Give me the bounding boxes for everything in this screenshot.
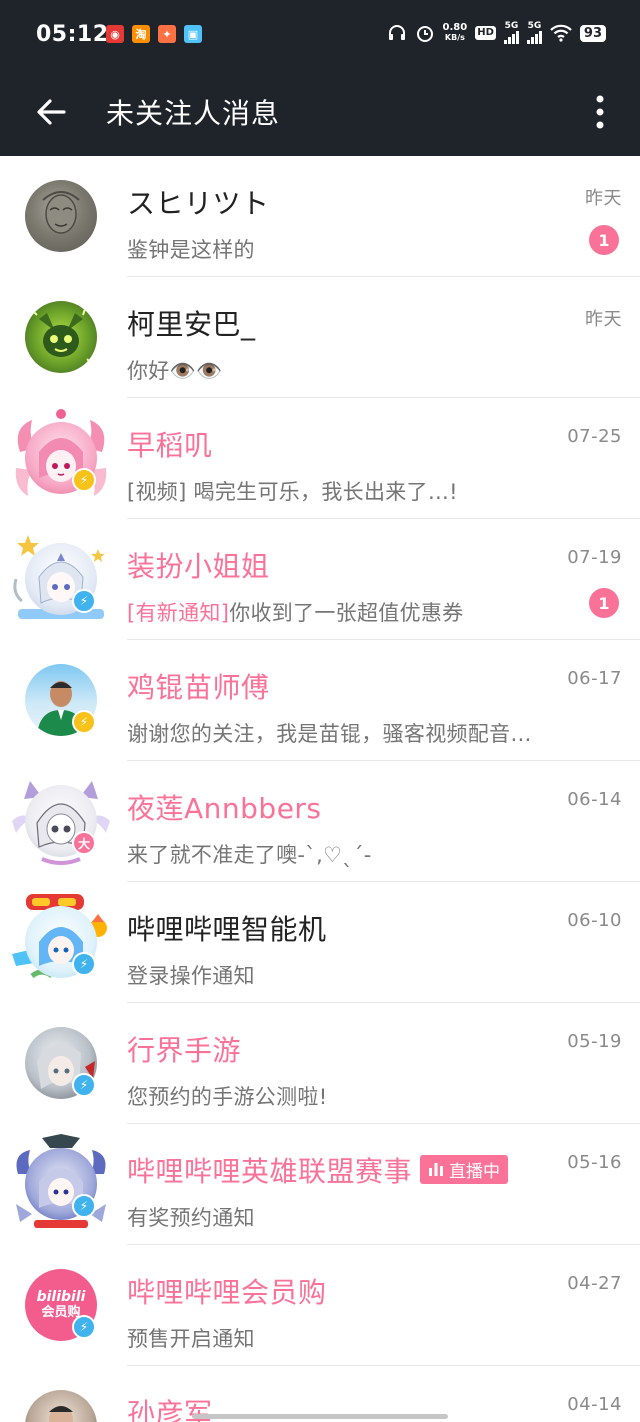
contact-name: 早稻叽 [127,429,213,462]
avatar[interactable] [25,301,97,373]
message-preview: 来了就不准走了噢-ˋ,♡ˎˊ- [127,843,372,867]
message-date: 07-25 [567,426,622,447]
back-button[interactable] [30,90,74,134]
live-bars-icon [429,1163,444,1176]
message-row[interactable]: ⚡ 行界手游 您预约的手游公测啦! 05-19 [0,1003,640,1124]
signal-sim2: 5G [526,21,542,44]
message-preview: 谢谢您的关注，我是苗锟，骚客视频配音… [127,722,532,746]
message-preview: 您预约的手游公测啦! [127,1085,328,1109]
verified-badge-icon: ⚡ [72,710,96,734]
message-preview: 有奖预约通知 [127,1206,255,1230]
message-row[interactable]: スヒリツト 鉴钟是这样的 昨天 1 [0,156,640,277]
message-row[interactable]: ⚡ 鸡锟苗师傅 谢谢您的关注，我是苗锟，骚客视频配音… 06-17 [0,640,640,761]
home-indicator[interactable] [192,1414,448,1419]
system-icons: 0.80 KB/s HD 5G 5G 93 [387,22,606,44]
avatar[interactable] [25,1390,97,1422]
net-speed-value: 0.80 [442,22,468,33]
contact-name: 装扮小姐姐 [127,550,270,583]
page-title: 未关注人消息 [106,97,281,130]
message-date: 06-17 [567,668,622,689]
message-row[interactable]: bilibili 会员购 ⚡ 哔哩哔哩会员购 预售开启通知 04-27 [0,1245,640,1366]
contact-name: 鸡锟苗师傅 [127,671,270,704]
live-label: 直播中 [449,1161,501,1182]
app-bar: 未关注人消息 [0,72,640,156]
message-preview: [有新通知]你收到了一张超值优惠券 [127,597,464,627]
message-list: スヒリツト 鉴钟是这样的 昨天 1 柯里安巴_ 你好👁️👁️ 昨天 ⚡ 早稻叽 … [0,156,640,1422]
message-row[interactable]: ⚡ 早稻叽 [视频] 喝完生可乐，我长出来了…! 07-25 [0,398,640,519]
arrow-left-icon [37,99,66,125]
message-preview: 登录操作通知 [127,964,255,988]
verified-badge-icon: ⚡ [72,1194,96,1218]
bilibili-notif-icon: ▣ [184,25,202,43]
contact-name-text: 哔哩哔哩英雄联盟赛事 [127,1155,413,1188]
message-date: 07-19 [567,547,622,568]
contact-name: 哔哩哔哩英雄联盟赛事 直播中 [127,1150,509,1190]
notice-tag: [有新通知] [127,601,230,625]
verified-badge-icon: ⚡ [72,468,96,492]
verified-badge-icon: ⚡ [72,952,96,976]
game-app-icon: ✦ [158,25,176,43]
alarm-icon [416,26,433,42]
message-row[interactable]: ⚡ 哔哩哔哩智能机 登录操作通知 06-10 [0,882,640,1003]
netease-music-icon: ◉ [106,25,124,43]
message-row[interactable]: 大 夜莲Annbbers 来了就不准走了噢-ˋ,♡ˎˊ- 06-14 [0,761,640,882]
wifi-icon [550,24,572,42]
net-speed: 0.80 KB/s [443,23,468,43]
avatar-logo-top: bilibili [36,1289,86,1305]
contact-name: 哔哩哔哩智能机 [127,913,327,946]
sim1-label: 5G [504,21,519,31]
taobao-icon: 淘 [132,25,150,43]
contact-name: 夜莲Annbbers [127,792,322,825]
contact-name: 行界手游 [127,1034,242,1067]
message-preview: 鉴钟是这样的 [127,238,255,262]
avatar[interactable] [25,180,97,252]
sim2-label: 5G [527,21,542,31]
message-preview-text: 你收到了一张超值优惠券 [229,601,464,625]
message-date: 06-14 [567,789,622,810]
message-date: 04-14 [567,1394,622,1415]
contact-name: スヒリツト [127,187,270,220]
more-vertical-icon [596,95,604,129]
battery-indicator: 93 [579,24,606,42]
message-date: 05-16 [567,1152,622,1173]
verified-badge-icon: ⚡ [72,1073,96,1097]
headphones-icon [388,25,405,40]
message-row[interactable]: 柯里安巴_ 你好👁️👁️ 昨天 [0,277,640,398]
contact-name: 哔哩哔哩会员购 [127,1276,327,1309]
message-row[interactable]: ⚡ 哔哩哔哩英雄联盟赛事 直播中 有奖预约通知 05-16 [0,1124,640,1245]
message-preview: 你好👁️👁️ [127,359,223,383]
contact-name: 柯里安巴_ [127,308,256,341]
status-time: 05:12 [36,22,109,47]
unread-count-badge: 1 [589,588,619,618]
verified-badge-icon: ⚡ [72,589,96,613]
notification-icons: ◉ 淘 ✦ ▣ [106,25,202,43]
signal-sim1: 5G [503,21,519,44]
net-speed-unit: KB/s [444,33,465,42]
status-bar: 05:12 ◉ 淘 ✦ ▣ 0.80 KB/s HD 5G 5G 93 [0,0,640,72]
message-preview: 预售开启通知 [127,1327,255,1351]
live-status-tag[interactable]: 直播中 [420,1154,509,1184]
message-date: 04-27 [567,1273,622,1294]
message-date: 昨天 [585,309,622,330]
message-date: 05-19 [567,1031,622,1052]
vip-badge-icon: 大 [72,831,96,855]
verified-badge-icon: ⚡ [72,1315,96,1339]
more-options-button[interactable] [580,88,620,136]
unread-count-badge: 1 [589,225,619,255]
message-date: 06-10 [567,910,622,931]
message-date: 昨天 [585,188,622,209]
hd-badge: HD [475,26,496,40]
message-row[interactable]: ⚡ 装扮小姐姐 [有新通知]你收到了一张超值优惠券 07-19 1 [0,519,640,640]
message-preview: [视频] 喝完生可乐，我长出来了…! [127,480,458,504]
